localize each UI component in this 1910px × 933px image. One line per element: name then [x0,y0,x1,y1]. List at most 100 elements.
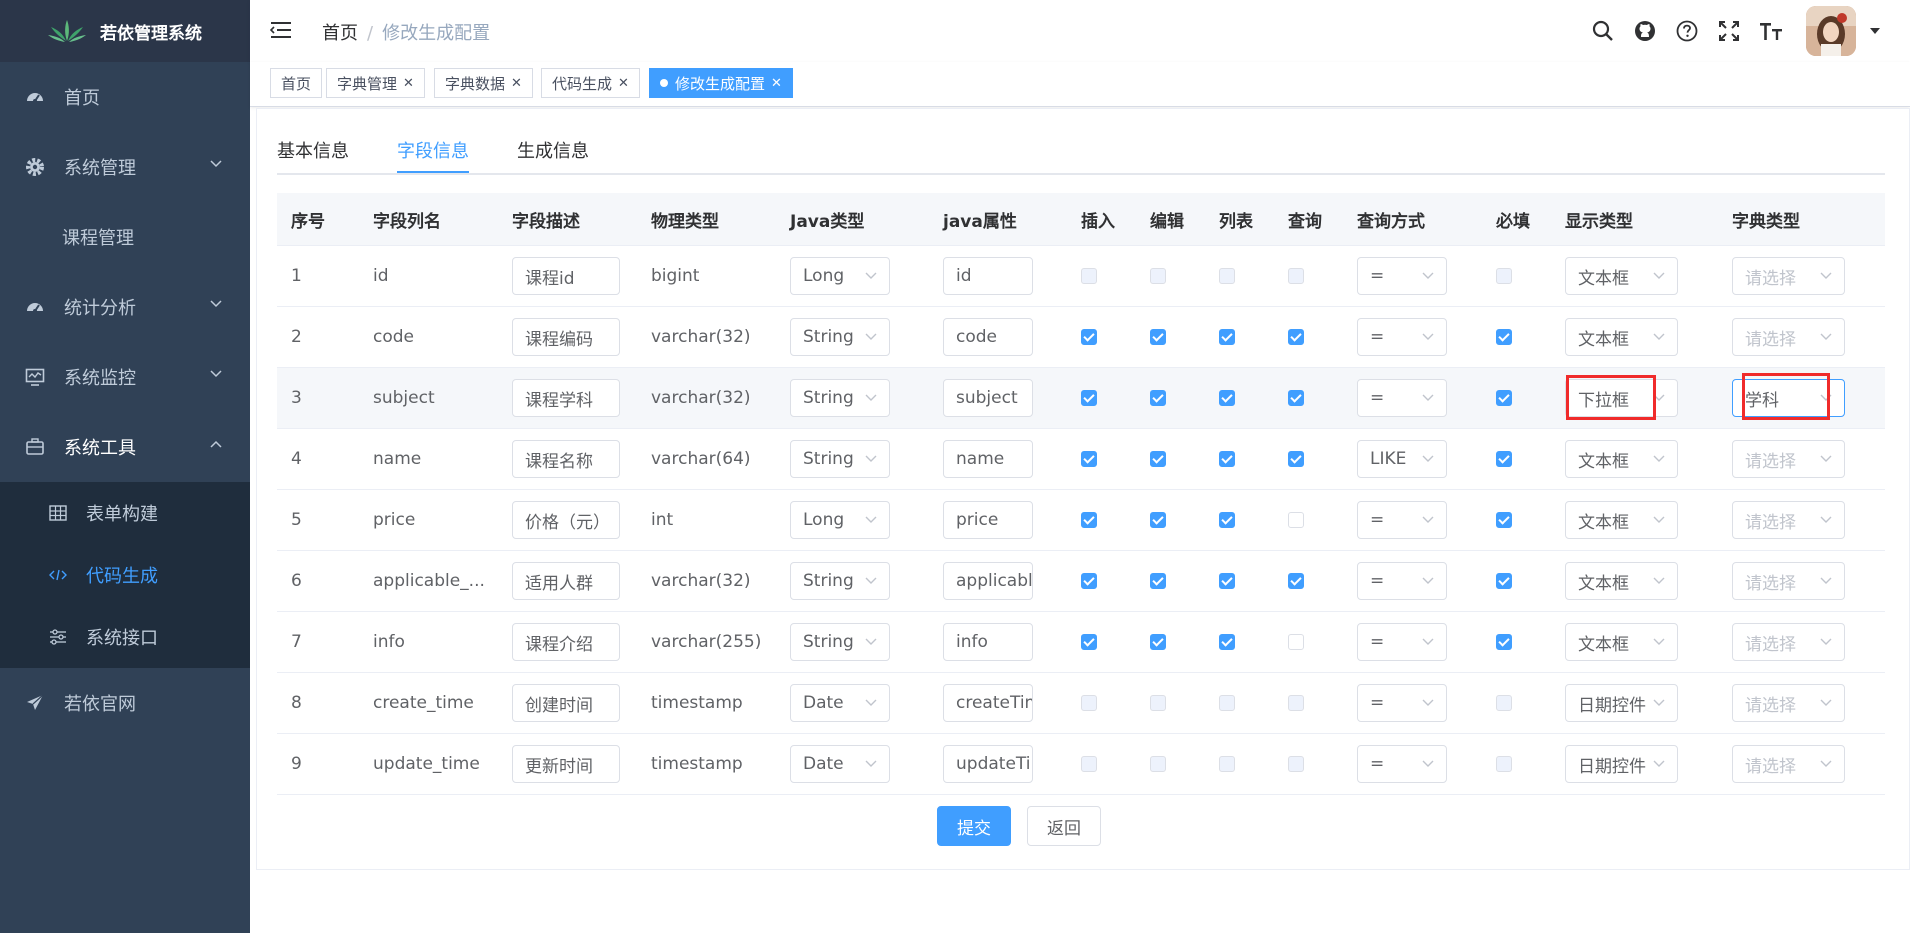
java-prop-input[interactable]: subject [943,379,1033,417]
required-checkbox[interactable] [1496,451,1512,467]
java-type-select[interactable]: Date [790,684,890,722]
sidebar-item-home[interactable]: 首页 [0,62,250,132]
hamburger-icon[interactable] [270,20,292,40]
query-mode-select[interactable]: = [1357,745,1447,783]
tag-codegen[interactable]: 代码生成 ✕ [541,68,640,98]
java-prop-input[interactable]: code [943,318,1033,356]
tag-home[interactable]: 首页 [270,68,323,98]
java-prop-input[interactable]: name [943,440,1033,478]
submit-button[interactable]: 提交 [937,806,1011,846]
java-prop-input[interactable]: id [943,257,1033,295]
display-type-select[interactable]: 下拉框 [1565,379,1678,417]
field-desc-input[interactable]: 课程名称 [512,440,620,478]
back-button[interactable]: 返回 [1027,806,1101,846]
field-desc-input[interactable]: 课程介绍 [512,623,620,661]
insert-checkbox[interactable] [1081,390,1097,406]
list-checkbox[interactable] [1219,451,1235,467]
query-mode-select[interactable]: = [1357,562,1447,600]
list-checkbox[interactable] [1219,634,1235,650]
display-type-select[interactable]: 文本框 [1565,440,1678,478]
dict-type-select[interactable]: 请选择 [1732,623,1845,661]
dict-type-select[interactable]: 请选择 [1732,562,1845,600]
java-prop-input[interactable]: applicableP [943,562,1033,600]
query-checkbox[interactable] [1288,451,1304,467]
tab-basic-info[interactable]: 基本信息 [277,137,349,173]
tab-gen-info[interactable]: 生成信息 [517,137,589,173]
edit-checkbox[interactable] [1150,329,1166,345]
display-type-select[interactable]: 文本框 [1565,501,1678,539]
insert-checkbox[interactable] [1081,573,1097,589]
java-type-select[interactable]: Long [790,257,890,295]
close-icon[interactable]: ✕ [618,76,629,91]
breadcrumb-home[interactable]: 首页 [322,23,358,44]
github-icon[interactable] [1624,10,1666,52]
query-mode-select[interactable]: = [1357,257,1447,295]
field-desc-input[interactable]: 适用人群 [512,562,620,600]
edit-checkbox[interactable] [1150,512,1166,528]
required-checkbox[interactable] [1496,329,1512,345]
insert-checkbox[interactable] [1081,512,1097,528]
dict-type-select[interactable]: 请选择 [1732,257,1845,295]
close-icon[interactable]: ✕ [403,76,414,91]
query-checkbox[interactable] [1288,512,1304,528]
sidebar-item-tools[interactable]: 系统工具 [0,412,250,482]
insert-checkbox[interactable] [1081,634,1097,650]
sidebar-item-website[interactable]: 若依官网 [0,668,250,738]
query-checkbox[interactable] [1288,329,1304,345]
avatar[interactable] [1806,6,1856,56]
query-checkbox[interactable] [1288,390,1304,406]
java-prop-input[interactable]: createTime [943,684,1033,722]
edit-checkbox[interactable] [1150,451,1166,467]
query-mode-select[interactable]: = [1357,623,1447,661]
java-prop-input[interactable]: updateTime [943,745,1033,783]
display-type-select[interactable]: 日期控件 [1565,684,1678,722]
tab-field-info[interactable]: 字段信息 [397,137,469,173]
list-checkbox[interactable] [1219,329,1235,345]
font-size-icon[interactable] [1750,10,1792,52]
dict-type-select[interactable]: 学科 [1732,379,1845,417]
field-desc-input[interactable]: 创建时间 [512,684,620,722]
dict-type-select[interactable]: 请选择 [1732,440,1845,478]
sidebar-item-api[interactable]: 系统接口 [0,606,250,668]
java-type-select[interactable]: Date [790,745,890,783]
fullscreen-icon[interactable] [1708,10,1750,52]
edit-checkbox[interactable] [1150,573,1166,589]
dict-type-select[interactable]: 请选择 [1732,318,1845,356]
dict-type-select[interactable]: 请选择 [1732,745,1845,783]
field-desc-input[interactable]: 课程编码 [512,318,620,356]
display-type-select[interactable]: 文本框 [1565,318,1678,356]
display-type-select[interactable]: 文本框 [1565,257,1678,295]
display-type-select[interactable]: 文本框 [1565,623,1678,661]
query-mode-select[interactable]: = [1357,318,1447,356]
java-prop-input[interactable]: price [943,501,1033,539]
java-type-select[interactable]: String [790,379,890,417]
required-checkbox[interactable] [1496,573,1512,589]
java-type-select[interactable]: String [790,623,890,661]
list-checkbox[interactable] [1219,573,1235,589]
caret-down-icon[interactable] [1870,28,1880,34]
query-mode-select[interactable]: = [1357,684,1447,722]
field-desc-input[interactable]: 更新时间 [512,745,620,783]
java-type-select[interactable]: String [790,562,890,600]
tag-dict-data[interactable]: 字典数据 ✕ [434,68,533,98]
sidebar-item-course[interactable]: 课程管理 [0,202,250,272]
tag-dict-manage[interactable]: 字典管理 ✕ [326,68,425,98]
display-type-select[interactable]: 文本框 [1565,562,1678,600]
query-mode-select[interactable]: = [1357,379,1447,417]
close-icon[interactable]: ✕ [511,76,522,91]
field-desc-input[interactable]: 价格（元） [512,501,620,539]
list-checkbox[interactable] [1219,390,1235,406]
field-desc-input[interactable]: 课程学科 [512,379,620,417]
insert-checkbox[interactable] [1081,451,1097,467]
sidebar-item-codegen[interactable]: 代码生成 [0,544,250,606]
query-mode-select[interactable]: = [1357,501,1447,539]
question-icon[interactable] [1666,10,1708,52]
query-checkbox[interactable] [1288,634,1304,650]
close-icon[interactable]: ✕ [771,76,782,91]
app-logo[interactable]: 若依管理系统 [0,0,250,62]
tag-edit-gen-config[interactable]: 修改生成配置 ✕ [649,68,793,98]
java-type-select[interactable]: Long [790,501,890,539]
dict-type-select[interactable]: 请选择 [1732,501,1845,539]
required-checkbox[interactable] [1496,634,1512,650]
display-type-select[interactable]: 日期控件 [1565,745,1678,783]
